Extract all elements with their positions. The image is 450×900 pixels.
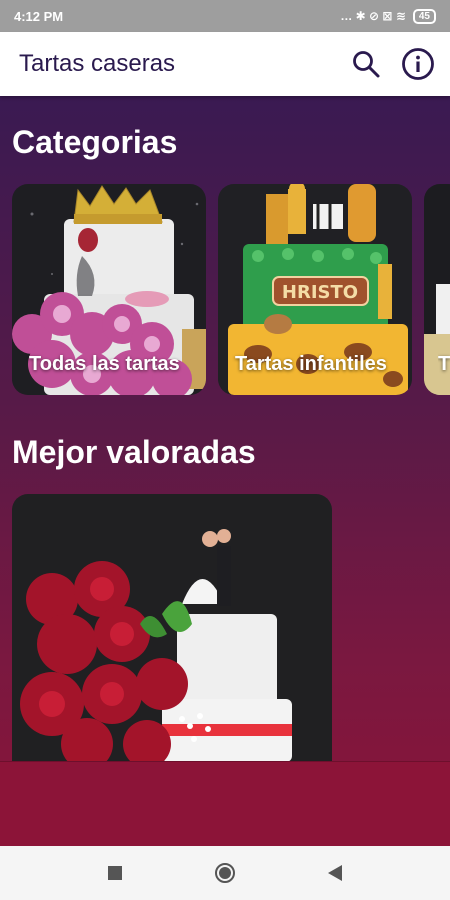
app-title: Tartas caseras xyxy=(19,50,176,77)
category-card-peek[interactable]: T xyxy=(424,184,450,395)
cake-name-text: HRISTO xyxy=(282,282,358,303)
status-bar: 4:12 PM … ✱ ⊘ ⊠ ≋ 45 xyxy=(0,0,450,32)
category-label: Tartas infantiles xyxy=(235,353,387,375)
categories-title: Categorias xyxy=(12,124,178,160)
category-label: T xyxy=(438,353,450,375)
bottom-strip xyxy=(0,761,450,846)
category-card-kids[interactable]: HRISTO Tartas infantiles xyxy=(218,184,412,395)
category-label: Todas las tartas xyxy=(29,353,180,375)
best-rated-title: Mejor valoradas xyxy=(12,434,256,470)
categories-carousel[interactable]: Todas las tartas HRISTO Tartas infantile… xyxy=(12,184,450,395)
info-icon[interactable] xyxy=(398,44,438,84)
app-bar: Tartas caseras xyxy=(0,32,450,96)
navigation-bar xyxy=(0,846,450,900)
status-indicators: … ✱ ⊘ ⊠ ≋ xyxy=(340,9,406,23)
search-icon[interactable] xyxy=(346,44,386,84)
recents-icon[interactable] xyxy=(100,858,130,888)
battery-icon: 45 xyxy=(412,8,436,24)
main-content: Categorias Todas las tartas HRISTO Tarta… xyxy=(0,96,450,846)
status-icons: … ✱ ⊘ ⊠ ≋ 45 xyxy=(340,8,436,24)
back-icon[interactable] xyxy=(320,858,350,888)
status-time: 4:12 PM xyxy=(14,8,64,24)
best-rated-card[interactable] xyxy=(12,494,332,762)
home-icon[interactable] xyxy=(210,858,240,888)
wedding-cake-photo xyxy=(12,494,332,762)
category-card-all[interactable]: Todas las tartas xyxy=(12,184,206,395)
